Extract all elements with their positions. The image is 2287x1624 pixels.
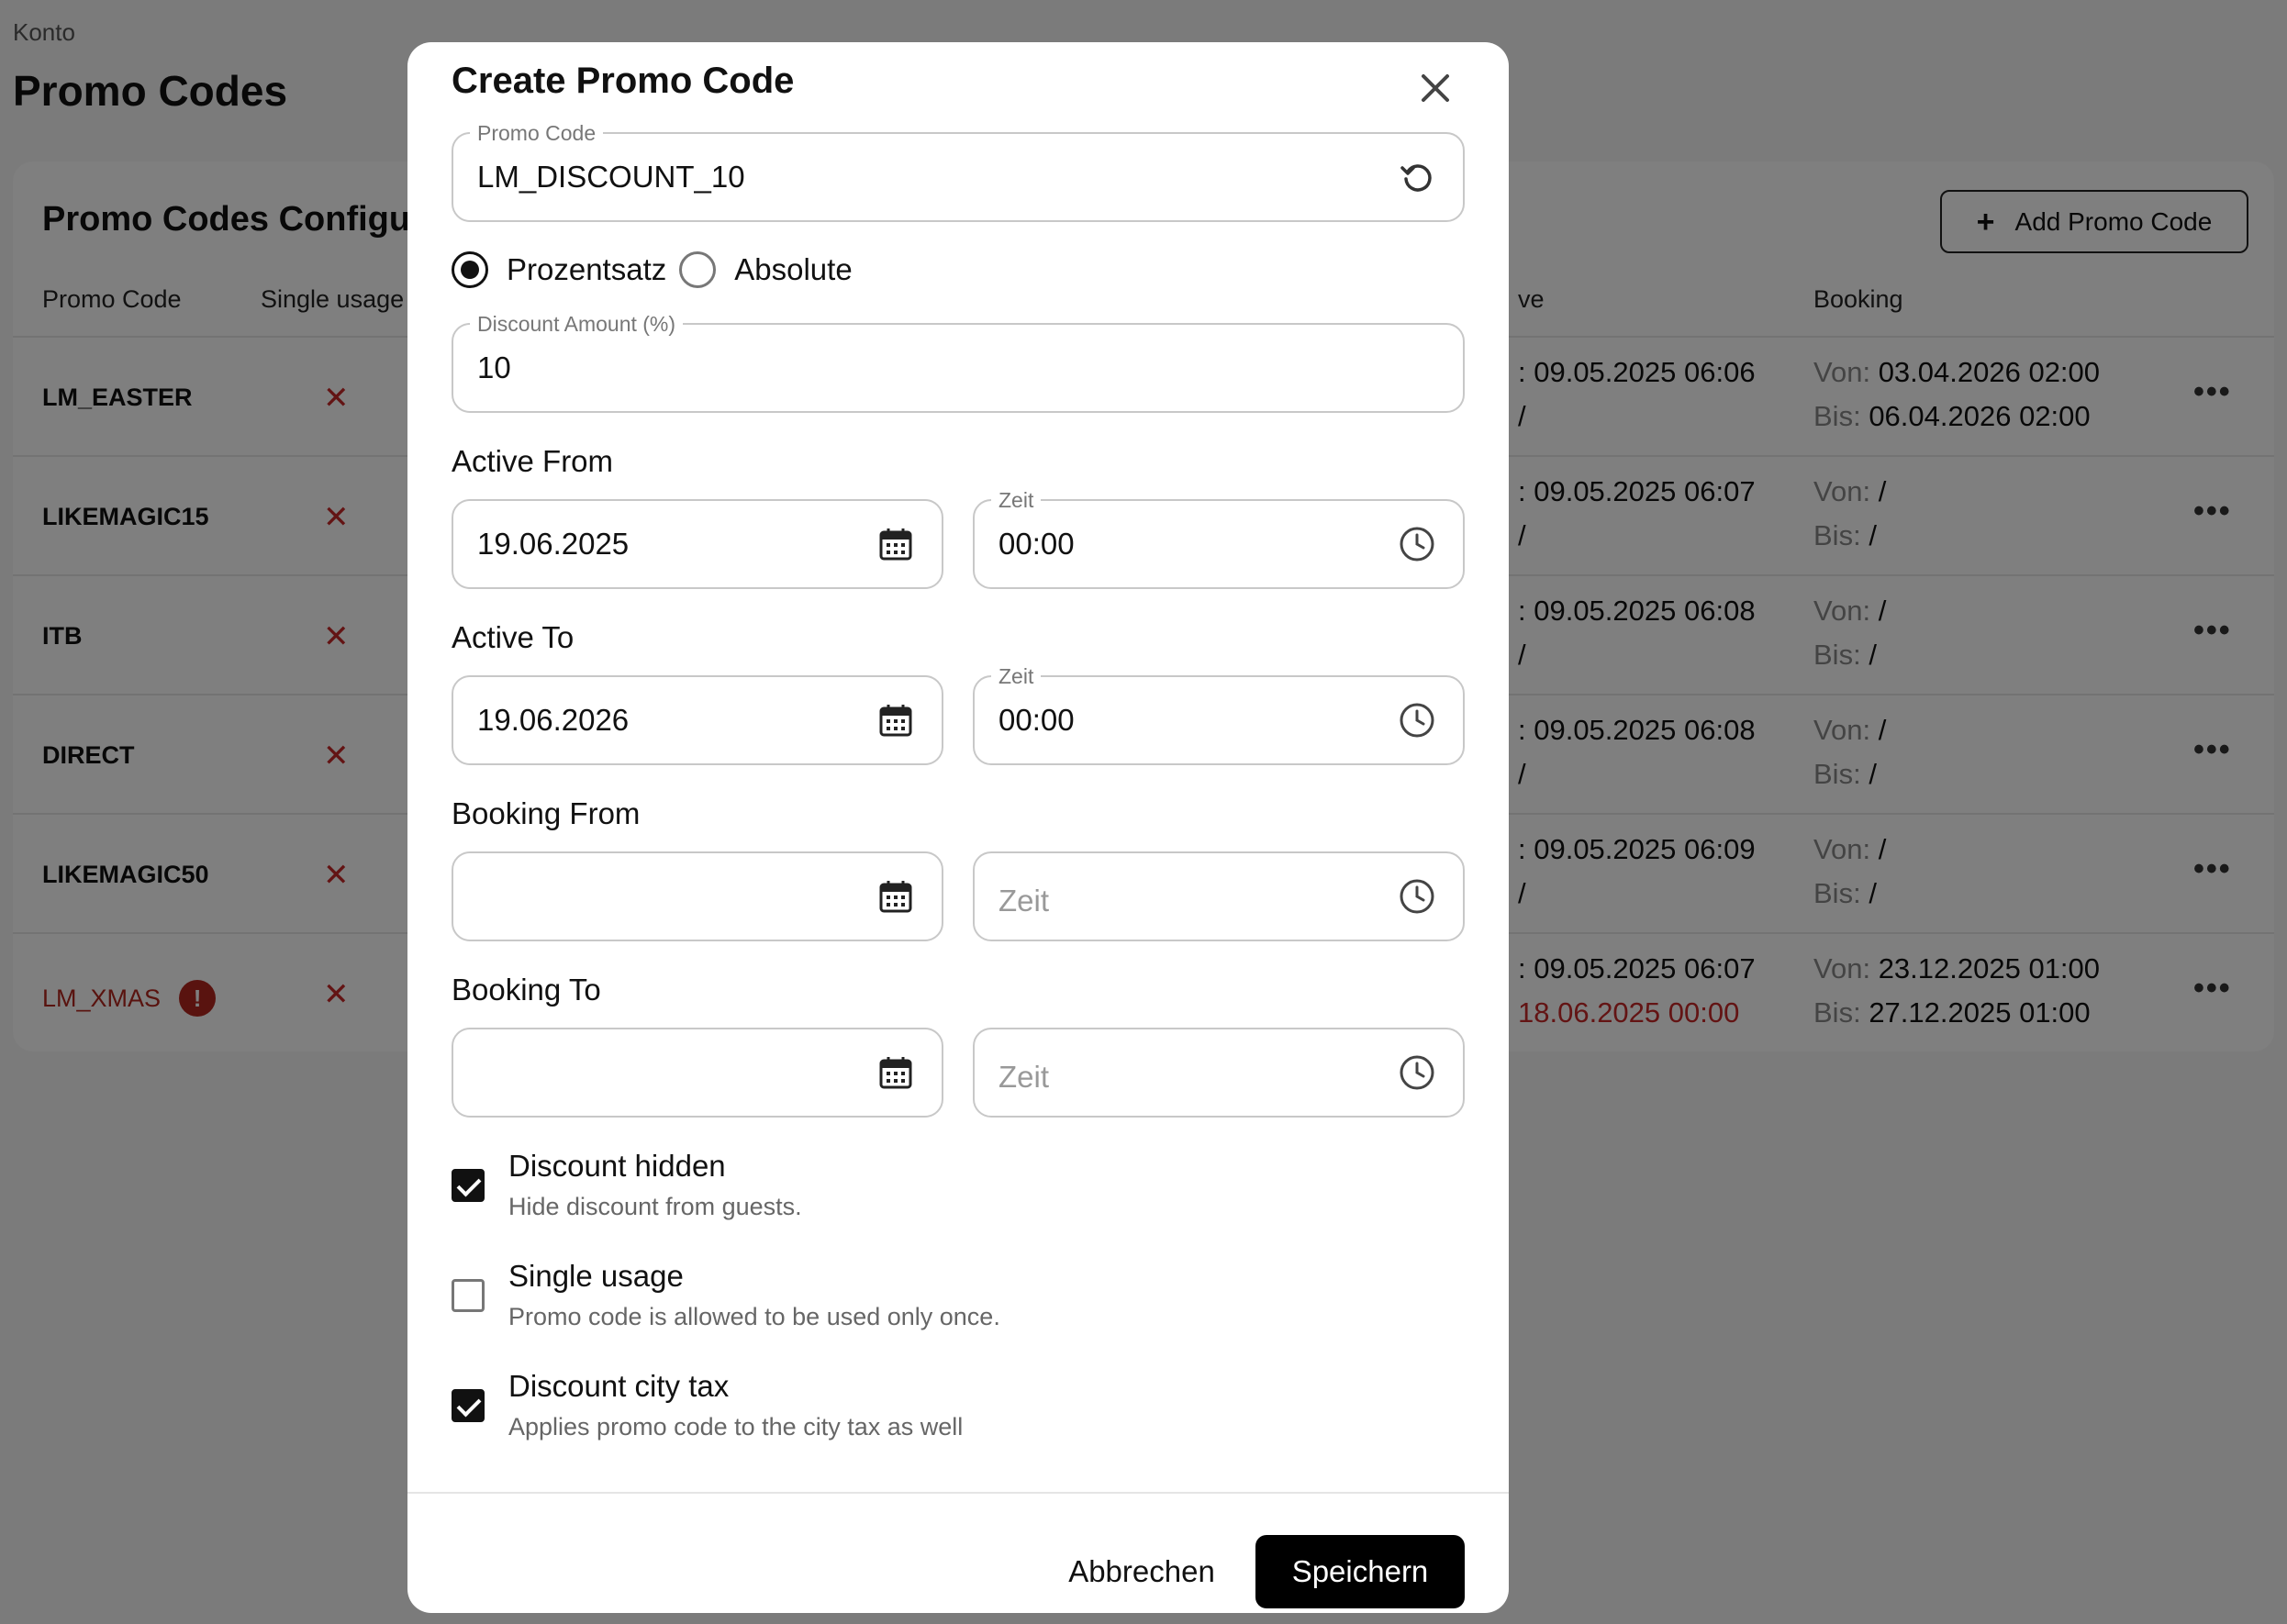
active-from-date-value: 19.06.2025 [477,527,630,561]
discount-amount-input[interactable]: Discount Amount (%) 10 [452,312,1465,413]
regenerate-icon[interactable] [1397,157,1437,197]
single-usage-desc: Promo code is allowed to be used only on… [508,1303,1000,1330]
discount-type-radio-group: Prozentsatz Absolute [452,251,865,288]
booking-from-time-field[interactable]: Zeit [973,851,1465,941]
active-from-time-value: 00:00 [998,527,1075,561]
active-from-date-field[interactable]: 19.06.2025 [452,499,943,589]
clock-icon[interactable] [1397,524,1437,564]
booking-from-time-placeholder: Zeit [998,884,1050,918]
save-button[interactable]: Speichern [1255,1535,1465,1608]
calendar-icon[interactable] [876,1052,916,1093]
create-promo-code-dialog: Create Promo Code Promo Code LM_DISCOUNT… [407,42,1509,1613]
discount-city-tax-checkbox[interactable] [452,1389,485,1422]
booking-to-date-field[interactable] [452,1028,943,1118]
active-to-date-field[interactable]: 19.06.2026 [452,675,943,765]
close-icon[interactable] [1408,61,1463,116]
discount-hidden-title: Discount hidden [508,1149,726,1183]
dialog-title: Create Promo Code [452,61,795,101]
clock-icon[interactable] [1397,700,1437,740]
booking-to-label: Booking To [452,973,601,1007]
booking-from-date-field[interactable] [452,851,943,941]
booking-from-label: Booking From [452,796,641,830]
single-usage-checkbox[interactable] [452,1279,485,1312]
footer-divider [407,1492,1509,1494]
discount-hidden-checkbox[interactable] [452,1169,485,1202]
cancel-button[interactable]: Abbrechen [1050,1535,1233,1608]
active-to-date-value: 19.06.2026 [477,703,630,737]
calendar-icon[interactable] [876,876,916,917]
promo-code-input[interactable]: Promo Code LM_DISCOUNT_10 [452,121,1465,222]
discount-city-tax-option[interactable]: Discount city tax Applies promo code to … [452,1369,1461,1452]
calendar-icon[interactable] [876,700,916,740]
discount-amount-value: 10 [477,350,511,384]
radio-prozentsatz[interactable] [452,251,488,288]
radio-absolute-label[interactable]: Absolute [734,252,852,287]
calendar-icon[interactable] [876,524,916,564]
discount-hidden-desc: Hide discount from guests. [508,1193,802,1220]
clock-icon[interactable] [1397,876,1437,917]
active-from-time-field[interactable]: Zeit 00:00 [973,488,1465,589]
radio-absolute[interactable] [679,251,717,288]
active-from-label: Active From [452,444,614,478]
booking-to-time-field[interactable]: Zeit [973,1028,1465,1118]
single-usage-title: Single usage [508,1259,684,1293]
booking-to-time-placeholder: Zeit [998,1060,1050,1094]
radio-prozentsatz-label[interactable]: Prozentsatz [507,252,666,287]
clock-icon[interactable] [1397,1052,1437,1093]
discount-city-tax-desc: Applies promo code to the city tax as we… [508,1413,964,1440]
active-to-time-value: 00:00 [998,703,1075,737]
promo-code-value: LM_DISCOUNT_10 [477,160,745,194]
single-usage-option[interactable]: Single usage Promo code is allowed to be… [452,1259,1461,1341]
discount-city-tax-title: Discount city tax [508,1369,730,1403]
discount-hidden-option[interactable]: Discount hidden Hide discount from guest… [452,1149,1461,1231]
active-to-time-field[interactable]: Zeit 00:00 [973,664,1465,765]
active-to-label: Active To [452,620,575,654]
